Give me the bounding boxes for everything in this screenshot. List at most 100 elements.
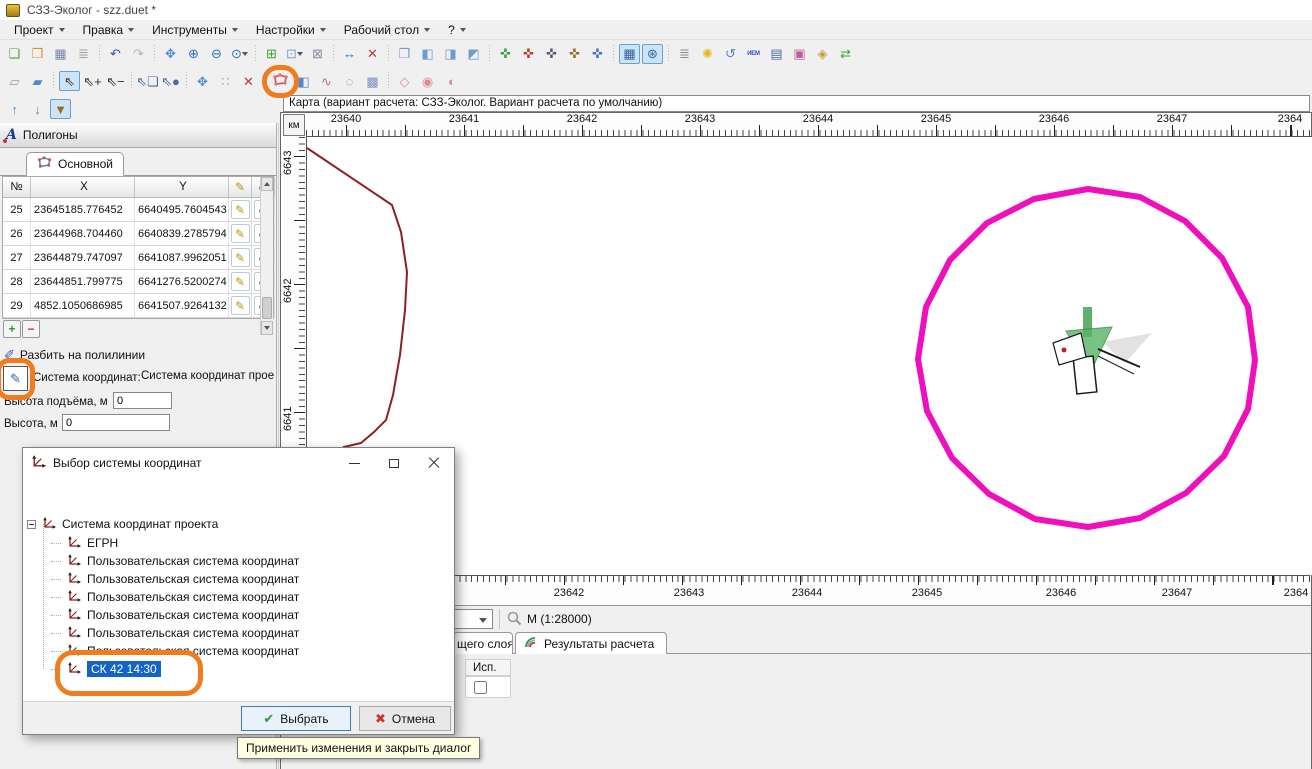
dock-top-button[interactable]: ↑ xyxy=(4,99,25,119)
redo-button[interactable]: ↷ xyxy=(128,44,149,64)
remove-point-button[interactable]: − xyxy=(22,320,40,338)
pan-hand-button[interactable]: ✥ xyxy=(160,44,181,64)
select-relation-button[interactable]: ⊠ xyxy=(307,44,328,64)
pin-remove-button[interactable]: ✜ xyxy=(518,44,539,64)
color-frame-button[interactable]: ▣ xyxy=(789,44,810,64)
cell-x[interactable]: 23644879.747097 xyxy=(31,246,135,269)
delete-shape-button[interactable]: ✕ xyxy=(238,71,259,91)
new-document-button[interactable]: ❏ xyxy=(4,44,25,64)
cell-y[interactable]: 6641507.9264132 xyxy=(135,294,229,317)
menu-item-0[interactable]: Проект xyxy=(8,21,73,39)
coordinate-system-value[interactable]: Система координат прое.. xyxy=(141,370,274,382)
cell-number[interactable]: 25 xyxy=(3,198,31,221)
cursor-object-button[interactable]: ⇖● xyxy=(160,71,181,91)
copy-layer-button[interactable]: ❐ xyxy=(394,44,415,64)
menu-item-4[interactable]: Рабочий стол xyxy=(338,21,438,39)
menu-item-3[interactable]: Настройки xyxy=(250,21,334,39)
enterprise-marker[interactable] xyxy=(1053,307,1152,394)
cursor-page-button[interactable]: ⇖❏ xyxy=(137,71,158,91)
layers-flat-button[interactable]: ▱ xyxy=(4,71,25,91)
maximize-button[interactable] xyxy=(374,448,414,478)
tab-main-polygon[interactable]: Основной xyxy=(26,152,124,176)
cell-number[interactable]: 29 xyxy=(3,294,31,317)
add-point-button[interactable]: + xyxy=(3,320,21,338)
use-checkbox[interactable] xyxy=(474,681,487,694)
point-style-button[interactable]: ✎ xyxy=(231,272,250,291)
cell-number[interactable]: 27 xyxy=(3,246,31,269)
bookmark-frame-button[interactable]: ◈ xyxy=(812,44,833,64)
tree-item-6[interactable]: Пользовательская система координат xyxy=(51,642,299,660)
zoom-history-button[interactable]: ⊙ xyxy=(229,44,250,64)
open-project-button[interactable]: ❒ xyxy=(27,44,48,64)
add-relation-button[interactable]: ⊞ xyxy=(261,44,282,64)
clear-measure-button[interactable]: ✕ xyxy=(362,44,383,64)
tree-item-3[interactable]: Пользовательская система координат xyxy=(51,588,299,606)
tab-common-layer-objects[interactable]: щего слоя xyxy=(453,632,513,654)
cell-y[interactable]: 6640839.2785794 xyxy=(135,222,229,245)
layers-button[interactable]: ▰ xyxy=(27,71,48,91)
refresh-button[interactable]: ↺ xyxy=(720,44,741,64)
column-x[interactable]: X xyxy=(31,177,135,197)
lamp-button[interactable]: ✺ xyxy=(697,44,718,64)
select-cursor-button[interactable]: ⇖ xyxy=(59,71,80,91)
tree-item-0[interactable]: ЕГРН xyxy=(51,534,118,552)
cancel-button[interactable]: ✖ Отмена xyxy=(359,706,451,731)
minimize-button[interactable] xyxy=(334,448,374,478)
search-map-button[interactable]: ⊛ xyxy=(642,44,663,64)
map-canvas[interactable] xyxy=(306,136,1312,575)
undo-button[interactable]: ↶ xyxy=(105,44,126,64)
lift-height-input[interactable] xyxy=(113,392,172,409)
menu-item-2[interactable]: Инструменты xyxy=(146,21,246,39)
cell-x[interactable]: 23644968.704460 xyxy=(31,222,135,245)
draw-circle-button[interactable]: ◌ xyxy=(339,71,360,91)
close-button[interactable] xyxy=(414,448,454,478)
tree-item-4[interactable]: Пользовательская система координат xyxy=(51,606,299,624)
menu-item-1[interactable]: Правка xyxy=(77,21,143,39)
tree-root-project-cs[interactable]: Система координат проекта xyxy=(27,515,218,533)
mini-sector-button[interactable]: ◖ xyxy=(440,71,461,91)
zoom-out-button[interactable]: ⊖ xyxy=(206,44,227,64)
scroll-down-icon[interactable] xyxy=(261,321,273,335)
cell-y[interactable]: 6641087.9962051 xyxy=(135,246,229,269)
choose-button[interactable]: ✔ Выбрать xyxy=(241,706,351,731)
cell-x[interactable]: 4852.1050686985 xyxy=(31,294,135,317)
point-style-button[interactable]: ✎ xyxy=(231,224,250,243)
pin-add-button[interactable]: ✜ xyxy=(495,44,516,64)
boundary-polyline[interactable] xyxy=(307,148,407,455)
tree-item-2[interactable]: Пользовательская система координат xyxy=(51,570,299,588)
print-map-button[interactable]: ≣ xyxy=(674,44,695,64)
iem-button[interactable]: ИЕМ xyxy=(743,44,764,64)
tree-item-7[interactable]: СК 42 14:30 xyxy=(51,660,161,678)
pin-source-button[interactable]: ✜ xyxy=(564,44,585,64)
scroll-up-icon[interactable] xyxy=(261,177,273,191)
screen-area-button[interactable]: ◧ xyxy=(293,71,314,91)
point-style-button[interactable]: ✎ xyxy=(231,296,250,315)
dock-bottom-button[interactable]: ↓ xyxy=(27,99,48,119)
union-button[interactable]: ◨ xyxy=(440,44,461,64)
cell-number[interactable]: 28 xyxy=(3,270,31,293)
column-y[interactable]: Y xyxy=(135,177,229,197)
pin-move-button[interactable]: ✜ xyxy=(587,44,608,64)
split-to-polylines-button[interactable]: ✐ Разбить на полилинии xyxy=(4,347,145,363)
save-button[interactable]: ▦ xyxy=(50,44,71,64)
draw-polygon-button[interactable] xyxy=(270,71,291,91)
dialog-title-bar[interactable]: Выбор системы координат xyxy=(23,448,454,478)
table-scrollbar[interactable] xyxy=(260,177,273,335)
draw-polyline-button[interactable]: ∿ xyxy=(316,71,337,91)
cursor-subtract-button[interactable]: ⇖− xyxy=(105,71,126,91)
print-button[interactable]: ≣ xyxy=(73,44,94,64)
cursor-add-button[interactable]: ⇖+ xyxy=(82,71,103,91)
snap-points-button[interactable]: ∷ xyxy=(215,71,236,91)
scroll-thumb[interactable] xyxy=(262,297,272,319)
tab-calculation-results[interactable]: Результаты расчета xyxy=(515,632,667,654)
zoom-in-button[interactable]: ⊕ xyxy=(183,44,204,64)
cell-x[interactable]: 23644851.799775 xyxy=(31,270,135,293)
height-input[interactable] xyxy=(62,414,170,431)
move-map-button[interactable]: ✥ xyxy=(192,71,213,91)
mini-polygon-button[interactable]: ◇ xyxy=(394,71,415,91)
passport-button[interactable]: ▤ xyxy=(766,44,787,64)
grid-table-button[interactable]: ▦ xyxy=(619,44,640,64)
draw-mesh-button[interactable]: ▩ xyxy=(362,71,383,91)
intersect-button[interactable]: ◧ xyxy=(417,44,438,64)
dock-settings-button[interactable]: ▼ xyxy=(50,99,71,119)
